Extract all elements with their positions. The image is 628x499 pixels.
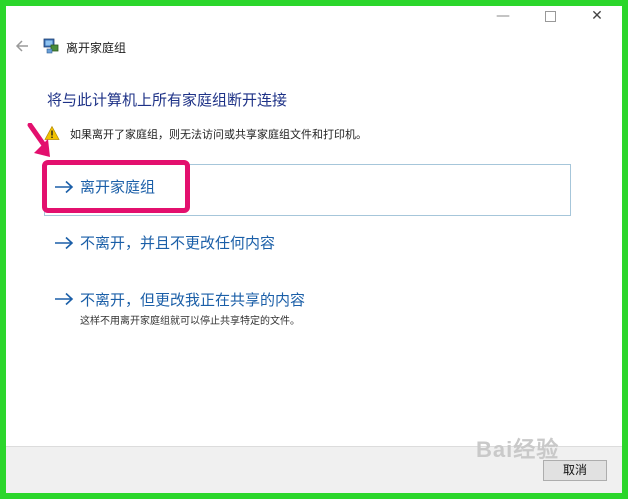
close-icon: ✕: [591, 8, 603, 24]
minimize-button[interactable]: —: [480, 6, 526, 26]
pointer-arrow-icon: [27, 123, 50, 157]
right-arrow-icon: [55, 236, 74, 250]
homegroup-icon: [43, 38, 59, 54]
maximize-icon: [544, 10, 556, 22]
right-arrow-icon: [55, 292, 74, 306]
cancel-button[interactable]: 取消: [543, 460, 607, 481]
window-title: 离开家庭组: [66, 41, 127, 55]
dont-leave-change-sharing-description: 这样不用离开家庭组就可以停止共享特定的文件。: [80, 316, 300, 327]
page-heading: 将与此计算机上所有家庭组断开连接: [47, 91, 288, 109]
warning-text: 如果离开了家庭组，则无法访问或共享家庭组文件和打印机。: [70, 128, 367, 141]
minimize-icon: —: [496, 8, 510, 24]
dont-leave-no-change-label: 不离开，并且不更改任何内容: [80, 234, 276, 252]
dont-leave-change-sharing-label: 不离开，但更改我正在共享的内容: [80, 291, 306, 309]
back-arrow-icon[interactable]: [13, 37, 31, 55]
highlight-box: [42, 160, 190, 213]
maximize-button[interactable]: [527, 6, 573, 26]
close-button[interactable]: ✕: [574, 6, 620, 26]
